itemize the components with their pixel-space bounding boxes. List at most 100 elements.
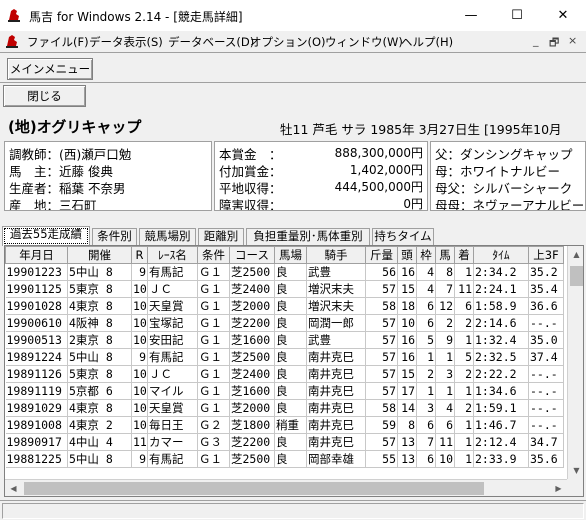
column-header[interactable]: 斤量 bbox=[365, 246, 398, 264]
table-cell: 10 bbox=[131, 365, 148, 383]
dam-dam-row: 母母：ネヴァーアナルビー bbox=[435, 195, 584, 210]
table-cell: 2 bbox=[454, 365, 474, 383]
column-header[interactable]: 枠 bbox=[416, 246, 436, 264]
table-cell: 岡部幸雄 bbox=[306, 450, 366, 468]
table-cell: 6 bbox=[416, 297, 436, 315]
scroll-left-arrow-icon[interactable]: ◀ bbox=[5, 480, 22, 496]
table-row[interactable]: 19900610 4阪神 8 10 宝塚記 Ｇ１ 芝2200 良岡潤一郎 57 10 6 2 2 2:1… bbox=[5, 314, 564, 332]
table-cell: Ｇ１ bbox=[197, 348, 230, 366]
column-header[interactable]: 騎手 bbox=[306, 246, 366, 264]
horizontal-scroll-thumb[interactable] bbox=[24, 482, 484, 495]
origin-value: 三石町 bbox=[59, 198, 97, 211]
table-row[interactable]: 19891126 5東京 8 10 ＪＣ Ｇ１ 芝2400 良南井克巳 57 15 2 3 2 2:22… bbox=[5, 365, 564, 383]
origin-row: 産 地：三石町 bbox=[9, 195, 97, 211]
tab-best-times[interactable]: 持ちタイム bbox=[372, 228, 434, 245]
horizontal-scrollbar[interactable]: ◀ ▶ bbox=[5, 479, 567, 496]
table-cell: 5東京 8 bbox=[67, 280, 132, 298]
column-header[interactable]: 頭 bbox=[397, 246, 417, 264]
mdi-minimize-button[interactable]: _ bbox=[533, 34, 539, 47]
column-header[interactable]: 馬 bbox=[435, 246, 455, 264]
scroll-down-arrow-icon[interactable]: ▼ bbox=[568, 462, 583, 479]
table-cell: 58 bbox=[365, 297, 398, 315]
table-row[interactable]: 19901028 4東京 8 10 天皇賞 Ｇ１ 芝2000 良増沢末夫 58 18 6 12 6 1:… bbox=[5, 297, 564, 315]
tab-weight[interactable]: 負担重量別･馬体重別 bbox=[246, 228, 370, 245]
column-header[interactable]: コース bbox=[229, 246, 275, 264]
close-button[interactable]: 閉じる bbox=[3, 85, 86, 107]
table-cell: 4阪神 8 bbox=[67, 314, 132, 332]
tab-past-results[interactable]: 過去55走成績 bbox=[2, 226, 90, 246]
mdi-close-button[interactable]: × bbox=[568, 34, 577, 47]
column-header[interactable]: ﾚｰｽ名 bbox=[147, 246, 198, 264]
table-cell: --.- bbox=[528, 365, 564, 383]
table-cell: 2東京 8 bbox=[67, 331, 132, 349]
table-row[interactable]: 19891029 4東京 8 10 天皇賞 Ｇ１ 芝2000 良南井克巳 58 14 3 4 2 1:5… bbox=[5, 399, 564, 417]
table-cell: 35.0 bbox=[528, 331, 564, 349]
table-cell: 4 bbox=[435, 399, 455, 417]
menu-window[interactable]: ウィンドウ(W) bbox=[325, 34, 403, 50]
maximize-button[interactable]: ☐ bbox=[494, 0, 540, 31]
table-cell: Ｇ１ bbox=[197, 365, 230, 383]
table-row[interactable]: 19891224 5中山 8 9 有馬記 Ｇ１ 芝2500 良南井克巳 57 16 1 1 5 2:32… bbox=[5, 348, 564, 366]
menu-data-view[interactable]: データ表示(S) bbox=[89, 34, 163, 50]
table-cell: 19900610 bbox=[5, 314, 68, 332]
title-bar[interactable]: 馬吉 for Windows 2.14 - [競走馬詳細] — ☐ ✕ bbox=[0, 0, 586, 31]
column-header[interactable]: 年月日 bbox=[5, 246, 68, 264]
table-cell: 良 bbox=[274, 263, 307, 281]
owner-value: 近藤 俊典 bbox=[59, 164, 113, 179]
table-cell: 4東京 8 bbox=[67, 399, 132, 417]
table-cell: 1:32.4 bbox=[473, 331, 529, 349]
app-window: 馬吉 for Windows 2.14 - [競走馬詳細] — ☐ ✕ ファイル… bbox=[0, 0, 586, 520]
table-cell: 56 bbox=[365, 263, 398, 281]
connections-panel: 調教師：(西)瀬戸口勉 馬 主：近藤 俊典 生産者：稲葉 不奈男 産 地：三石町 bbox=[4, 141, 212, 211]
main-menu-button[interactable]: メインメニュー bbox=[7, 58, 93, 80]
table-row[interactable]: 19881225 5中山 8 9 有馬記 Ｇ１ 芝2500 良岡部幸雄 55 13 6 10 1 2:3… bbox=[5, 450, 564, 468]
menu-help[interactable]: ヘルプ(H) bbox=[401, 34, 453, 50]
column-header[interactable]: 馬場 bbox=[274, 246, 307, 264]
table-row[interactable]: 19890917 4中山 4 11 カマー Ｇ３ 芝2200 良南井克巳 57 13 7 11 1 2:… bbox=[5, 433, 564, 451]
column-header[interactable]: ﾀｲﾑ bbox=[473, 246, 529, 264]
tab-conditions[interactable]: 条件別 bbox=[92, 228, 137, 245]
vertical-scroll-thumb[interactable] bbox=[570, 266, 583, 286]
table-row[interactable]: 19901125 5東京 8 10 ＪＣ Ｇ１ 芝2400 良増沢末夫 57 15 4 7 11 2:2… bbox=[5, 280, 564, 298]
minimize-button[interactable]: — bbox=[448, 0, 494, 31]
table-cell: 59 bbox=[365, 416, 398, 434]
flat-label: 平地収得： bbox=[219, 181, 282, 196]
table-cell: 1 bbox=[454, 416, 474, 434]
table-cell: 8 bbox=[435, 263, 455, 281]
scroll-right-arrow-icon[interactable]: ▶ bbox=[550, 480, 567, 496]
menu-options[interactable]: オプション(O) bbox=[250, 34, 326, 50]
tab-racecourse[interactable]: 競馬場別 bbox=[139, 228, 196, 245]
table-cell: ＪＣ bbox=[147, 365, 198, 383]
column-header[interactable]: R bbox=[131, 246, 148, 264]
table-row[interactable]: 19891008 4東京 2 10 毎日王 Ｇ２ 芝1800 稍重 南井克巳 59 8 6 6 1 1:4… bbox=[5, 416, 564, 434]
table-cell: 2:22.2 bbox=[473, 365, 529, 383]
vertical-scrollbar[interactable]: ▲ ▼ bbox=[567, 246, 583, 479]
table-cell: 良 bbox=[274, 331, 307, 349]
table-row[interactable]: 19891119 5京都 6 10 マイル Ｇ１ 芝1600 良南井克巳 57 17 1 1 1 1:3… bbox=[5, 382, 564, 400]
table-cell: 2 bbox=[454, 399, 474, 417]
table-row[interactable]: 19901223 5中山 8 9 有馬記 Ｇ１ 芝2500 良武豊 56 16 4 8 1 2:34.2… bbox=[5, 263, 564, 281]
table-row[interactable]: 19900513 2東京 8 10 安田記 Ｇ１ 芝1600 良武豊 57 16 5 9 1 1:32.… bbox=[5, 331, 564, 349]
horse-app-icon[interactable] bbox=[4, 33, 20, 49]
column-header[interactable]: 着 bbox=[454, 246, 474, 264]
table-cell: 2:24.1 bbox=[473, 280, 529, 298]
column-header[interactable]: 開催 bbox=[67, 246, 132, 264]
column-header[interactable]: 上3F bbox=[528, 246, 564, 264]
menu-database[interactable]: データベース(D) bbox=[168, 34, 254, 50]
column-header[interactable]: 条件 bbox=[197, 246, 230, 264]
table-cell: 5東京 8 bbox=[67, 365, 132, 383]
tab-distance[interactable]: 距離別 bbox=[198, 228, 244, 245]
menu-file[interactable]: ファイル(F) bbox=[27, 34, 89, 50]
table-cell: 13 bbox=[397, 433, 417, 451]
mdi-restore-button[interactable]: 🗗 bbox=[549, 34, 559, 53]
table-cell: 3 bbox=[416, 399, 436, 417]
scroll-up-arrow-icon[interactable]: ▲ bbox=[568, 246, 583, 263]
results-grid[interactable]: 年月日 開催 R ﾚｰｽ名 条件 コース 馬場 騎手 斤量頭枠馬着ﾀｲﾑ 上3F 19901223… bbox=[4, 245, 584, 497]
table-cell: --.- bbox=[528, 416, 564, 434]
table-cell: Ｇ１ bbox=[197, 331, 230, 349]
table-cell: 芝2000 bbox=[229, 399, 275, 417]
table-cell: 良 bbox=[274, 433, 307, 451]
close-window-button[interactable]: ✕ bbox=[540, 0, 586, 31]
table-cell: 9 bbox=[131, 348, 148, 366]
table-cell: 2:12.4 bbox=[473, 433, 529, 451]
